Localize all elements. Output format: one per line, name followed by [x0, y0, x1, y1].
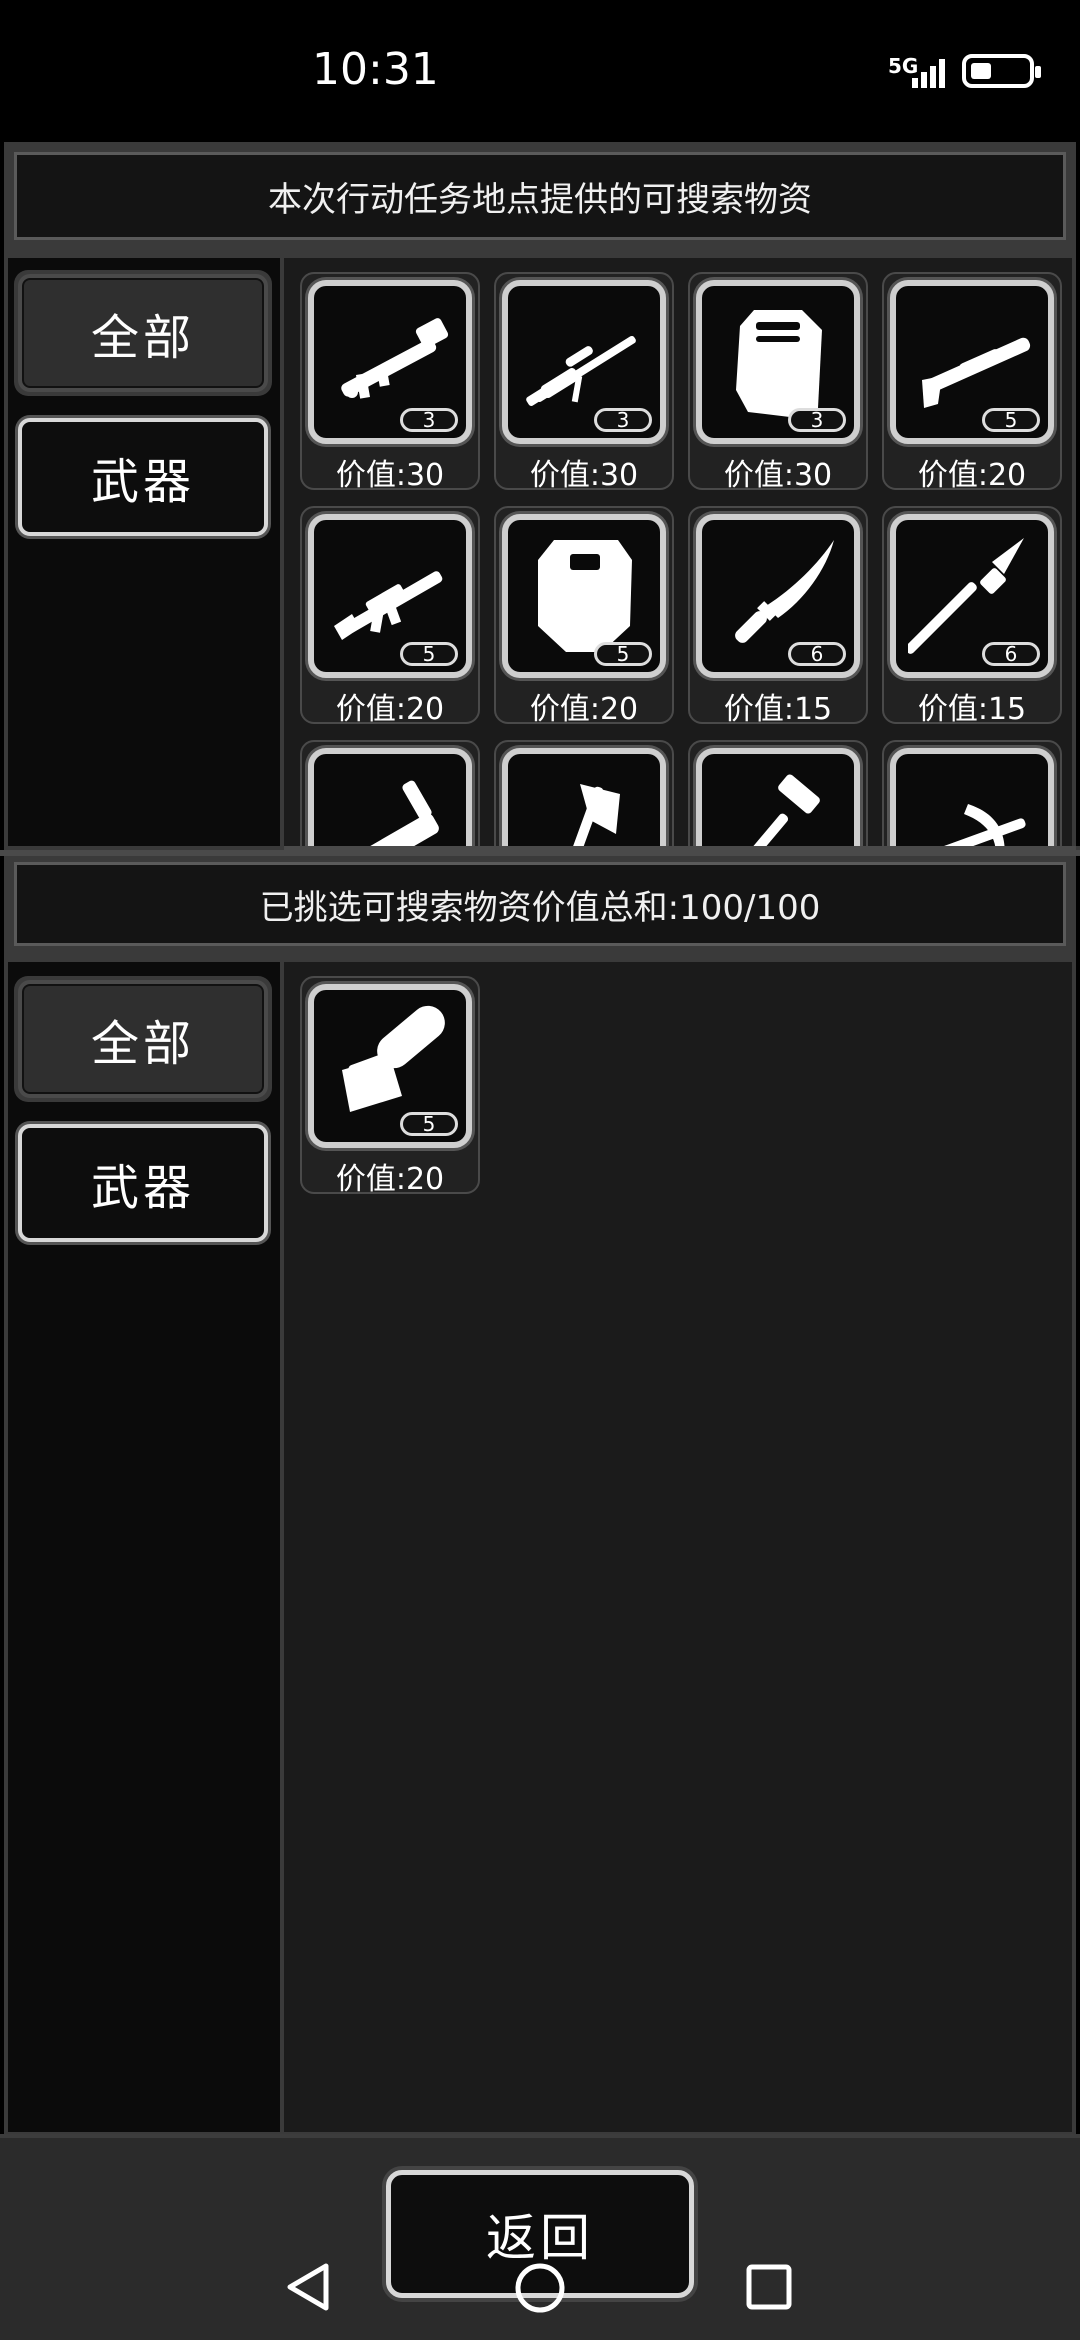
- item-quantity-badge: 5: [982, 408, 1040, 432]
- item-value-label: 价值:15: [917, 692, 1027, 727]
- spear-icon: [908, 538, 1024, 654]
- riot-shield-icon: [538, 540, 632, 652]
- bottom-tab-weapons[interactable]: 武器: [18, 1124, 268, 1242]
- item-value-label: 价值:30: [335, 458, 445, 493]
- top-item-icon-frame: 6: [890, 514, 1054, 678]
- bottom-tab-all[interactable]: 全部: [18, 980, 268, 1098]
- top-item-icon-frame: 5: [890, 280, 1054, 444]
- chainsaw-icon: [342, 1005, 445, 1112]
- top-item-card[interactable]: 6 价值:15: [688, 506, 868, 727]
- top-item-icon-frame: 3: [696, 280, 860, 444]
- item-value-label: 价值:15: [723, 692, 833, 727]
- nav-home-icon[interactable]: [514, 2262, 566, 2314]
- bottom-item-card[interactable]: 5 价值:20: [300, 976, 480, 1197]
- top-item-card[interactable]: 5 价值:20: [882, 272, 1062, 493]
- top-item-icon-frame: 3: [308, 280, 472, 444]
- item-value-label: 价值:20: [917, 458, 1027, 493]
- top-item-icon-frame: 5: [502, 514, 666, 678]
- item-value-label: 价值:30: [723, 458, 833, 493]
- top-item-icon-frame: 3: [502, 280, 666, 444]
- item-quantity-badge: 6: [982, 642, 1040, 666]
- armor-vest-icon: [736, 310, 822, 418]
- shotgun-icon: [922, 337, 1031, 408]
- nav-recents-icon[interactable]: [746, 2264, 792, 2310]
- top-item-card[interactable]: 3 价值:30: [494, 272, 674, 493]
- item-value-label: 价值:20: [529, 692, 639, 727]
- top-item-icon-frame: 6: [696, 514, 860, 678]
- top-item-card[interactable]: 5 价值:20: [494, 506, 674, 727]
- clock: 10:31: [312, 44, 439, 95]
- sniper-rifle-icon: [526, 335, 636, 406]
- top-item-card[interactable]: 6 价值:15: [882, 506, 1062, 727]
- selected-value-total: 已挑选可搜索物资价值总和:100/100: [14, 862, 1066, 946]
- item-quantity-badge: 6: [788, 642, 846, 666]
- available-supplies-title: 本次行动任务地点提供的可搜索物资: [14, 152, 1066, 240]
- bottom-item-icon-frame: 5: [308, 984, 472, 1148]
- top-item-card[interactable]: 3 价值:30: [300, 272, 480, 493]
- item-quantity-badge: 5: [400, 1112, 458, 1136]
- assault-rifle-icon: [334, 571, 443, 640]
- nav-back-icon[interactable]: [286, 2262, 330, 2312]
- top-item-card[interactable]: 5 价值:20: [300, 506, 480, 727]
- item-quantity-badge: 3: [594, 408, 652, 432]
- battery-icon: [962, 54, 1041, 88]
- top-tab-all[interactable]: 全部: [18, 274, 268, 392]
- bottom-tab-weapons-wrap: 武器: [14, 1120, 272, 1246]
- item-quantity-badge: 5: [400, 642, 458, 666]
- rocket-launcher-icon: [341, 318, 449, 399]
- top-tab-weapons[interactable]: 武器: [18, 418, 268, 536]
- bottom-tab-all-wrap: 全部: [14, 976, 272, 1102]
- item-value-label: 价值:20: [335, 692, 445, 727]
- top-item-card[interactable]: 3 价值:30: [688, 272, 868, 493]
- item-quantity-badge: 5: [594, 642, 652, 666]
- top-tab-all-wrap: 全部: [14, 270, 272, 396]
- item-value-label: 价值:20: [335, 1162, 445, 1197]
- top-tab-weapons-wrap: 武器: [14, 414, 272, 540]
- item-quantity-badge: 3: [400, 408, 458, 432]
- grid-cutoff-line: [284, 846, 1076, 856]
- item-quantity-badge: 3: [788, 408, 846, 432]
- combat-knife-icon: [735, 540, 834, 643]
- top-item-icon-frame: 5: [308, 514, 472, 678]
- item-value-label: 价值:30: [529, 458, 639, 493]
- signal-icon: [912, 59, 945, 88]
